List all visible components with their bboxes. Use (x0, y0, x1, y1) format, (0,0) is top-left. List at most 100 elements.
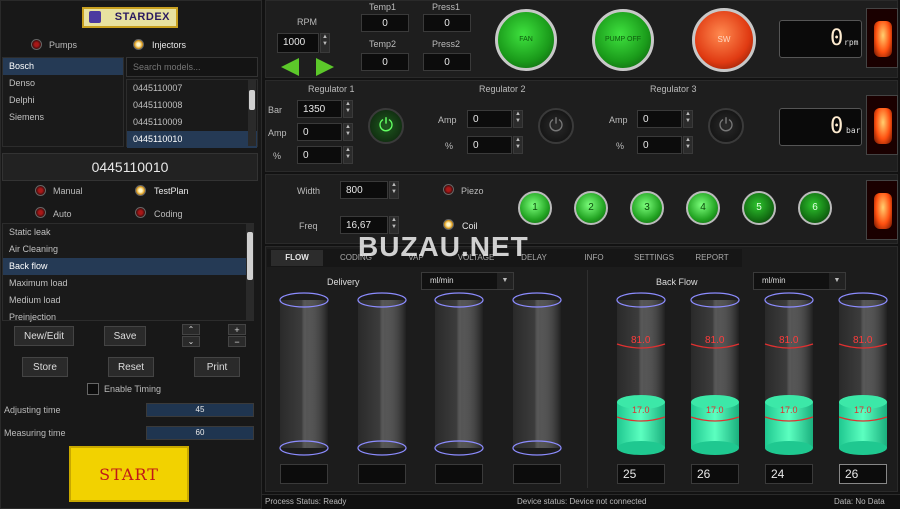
regulator1-bar-spinner[interactable]: ▲ ▼ (343, 100, 353, 118)
save-button[interactable]: Save (104, 326, 146, 346)
backflow-tubes (616, 292, 888, 455)
regulator2-power-icon[interactable]: ⏻ (538, 108, 574, 144)
manufacturer-item[interactable]: Bosch (3, 58, 123, 75)
move-down-button[interactable]: ⌄ (182, 336, 200, 347)
model-item[interactable]: 0445110010 (127, 131, 257, 148)
delivery-value-3 (435, 464, 483, 484)
heater-indicator-3 (866, 180, 898, 240)
regulator1-pct-field[interactable]: 0 (297, 146, 342, 164)
temp1-field[interactable]: 0 (361, 14, 409, 32)
measuring-time-field[interactable]: 60 (146, 426, 254, 440)
width-spinner[interactable]: ▲ ▼ (389, 181, 399, 199)
rpm-field[interactable]: 1000 (277, 33, 319, 53)
test-list-scroll-thumb[interactable] (247, 232, 253, 280)
print-button[interactable]: Print (194, 357, 240, 377)
test-item[interactable]: Preinjection (3, 309, 253, 326)
manual-label: Manual (53, 186, 83, 196)
pump-off-button[interactable]: PUMP OFF (592, 9, 654, 71)
regulator3-amp-spinner[interactable]: ▲ ▼ (683, 110, 693, 128)
backflow-unit-select[interactable]: ml/min ▼ (753, 272, 846, 290)
backflow-value-1: 25 (617, 464, 665, 484)
regulator2-pct-spinner[interactable]: ▲ ▼ (513, 136, 523, 154)
arrow-left-icon[interactable] (281, 58, 299, 76)
new-edit-button[interactable]: New/Edit (14, 326, 74, 346)
regulator1-amp-spinner[interactable]: ▲ ▼ (343, 123, 353, 141)
store-button[interactable]: Store (22, 357, 68, 377)
channel-4-toggle[interactable]: 4 (686, 191, 720, 225)
test-item[interactable]: Medium load (3, 292, 253, 309)
regulator1-power-icon[interactable]: ⏻ (368, 108, 404, 144)
piezo-radio[interactable] (443, 184, 454, 195)
manufacturer-item[interactable]: Siemens (3, 109, 123, 126)
model-item[interactable]: 0445110007 (127, 80, 257, 97)
model-item[interactable]: 0445110008 (127, 97, 257, 114)
arrow-right-icon[interactable] (316, 58, 334, 76)
fan-button[interactable]: FAN (495, 9, 557, 71)
tab-report-label: REPORT (695, 253, 729, 262)
reset-button[interactable]: Reset (108, 357, 154, 377)
manufacturer-list[interactable]: Bosch Denso Delphi Siemens (2, 57, 124, 147)
testplan-radio[interactable] (135, 185, 146, 196)
channel-2-toggle[interactable]: 2 (574, 191, 608, 225)
channel-1-toggle[interactable]: 1 (518, 191, 552, 225)
press2-label: Press2 (432, 39, 461, 49)
start-button[interactable]: START (69, 446, 189, 502)
press1-field[interactable]: 0 (423, 14, 471, 32)
regulator1-pct-spinner[interactable]: ▲ ▼ (343, 146, 353, 164)
manual-radio[interactable] (35, 185, 46, 196)
regulator3-amp-field[interactable]: 0 (637, 110, 682, 128)
model-item[interactable]: 0445110009 (127, 114, 257, 131)
press2-field[interactable]: 0 (423, 53, 471, 71)
model-list-scroll-thumb[interactable] (249, 90, 255, 110)
regulator3-pct-spinner[interactable]: ▲ ▼ (683, 136, 693, 154)
test-item[interactable]: Air Cleaning (3, 241, 253, 258)
manufacturer-item[interactable]: Delphi (3, 92, 123, 109)
regulator1-amp-field[interactable]: 0 (297, 123, 342, 141)
coil-radio[interactable] (443, 219, 454, 230)
injectors-radio[interactable] (133, 39, 144, 50)
test-item[interactable]: Back flow (3, 258, 253, 275)
regulator3-pct-field[interactable]: 0 (637, 136, 682, 154)
remove-step-button[interactable]: − (228, 336, 246, 347)
test-list-scrollbar[interactable] (246, 224, 254, 320)
regulator3-power-icon[interactable]: ⏻ (708, 108, 744, 144)
tab-flow[interactable]: FLOW (271, 250, 323, 266)
delivery-value-4 (513, 464, 561, 484)
channel-1-label: 1 (532, 202, 538, 213)
temp1-label: Temp1 (369, 2, 397, 12)
channel-5-toggle[interactable]: 5 (742, 191, 776, 225)
regulator1-pct-value: 0 (303, 150, 309, 161)
test-item[interactable]: Static leak (3, 224, 253, 241)
pumps-radio[interactable] (31, 39, 42, 50)
delivery-unit-select[interactable]: ml/min ▼ (421, 272, 514, 290)
width-field[interactable]: 800 (340, 181, 388, 199)
adjusting-time-field[interactable]: 45 (146, 403, 254, 417)
regulator2-amp-field[interactable]: 0 (467, 110, 512, 128)
coding-radio[interactable] (135, 207, 146, 218)
backflow-tube-1 (616, 292, 666, 455)
tab-info[interactable]: INFO (568, 250, 620, 266)
model-list[interactable]: 0445110007 0445110008 0445110009 0445110… (126, 79, 258, 148)
test-list[interactable]: Static leak Air Cleaning Back flow Maxim… (2, 223, 254, 322)
tab-report[interactable]: REPORT (686, 250, 738, 266)
channel-6-label: 6 (812, 202, 818, 213)
delivery-value-1 (280, 464, 328, 484)
channel-6-toggle[interactable]: 6 (798, 191, 832, 225)
add-step-button[interactable]: + (228, 324, 246, 335)
regulator2-amp-spinner[interactable]: ▲ ▼ (513, 110, 523, 128)
model-list-scrollbar[interactable] (248, 80, 256, 146)
auto-radio[interactable] (35, 207, 46, 218)
regulator1-bar-field[interactable]: 1350 (297, 100, 342, 118)
move-up-button[interactable]: ⌃ (182, 324, 200, 335)
search-models-input[interactable] (126, 57, 258, 77)
channel-3-toggle[interactable]: 3 (630, 191, 664, 225)
manufacturer-item[interactable]: Denso (3, 75, 123, 92)
backflow-tube-3 (764, 292, 814, 455)
rpm-spinner[interactable]: ▲ ▼ (320, 33, 330, 53)
tab-settings[interactable]: SETTINGS (626, 250, 682, 266)
enable-timing-checkbox[interactable] (87, 383, 99, 395)
regulator2-pct-field[interactable]: 0 (467, 136, 512, 154)
temp2-field[interactable]: 0 (361, 53, 409, 71)
sw-button[interactable]: SW (692, 8, 756, 72)
test-item[interactable]: Maximum load (3, 275, 253, 292)
